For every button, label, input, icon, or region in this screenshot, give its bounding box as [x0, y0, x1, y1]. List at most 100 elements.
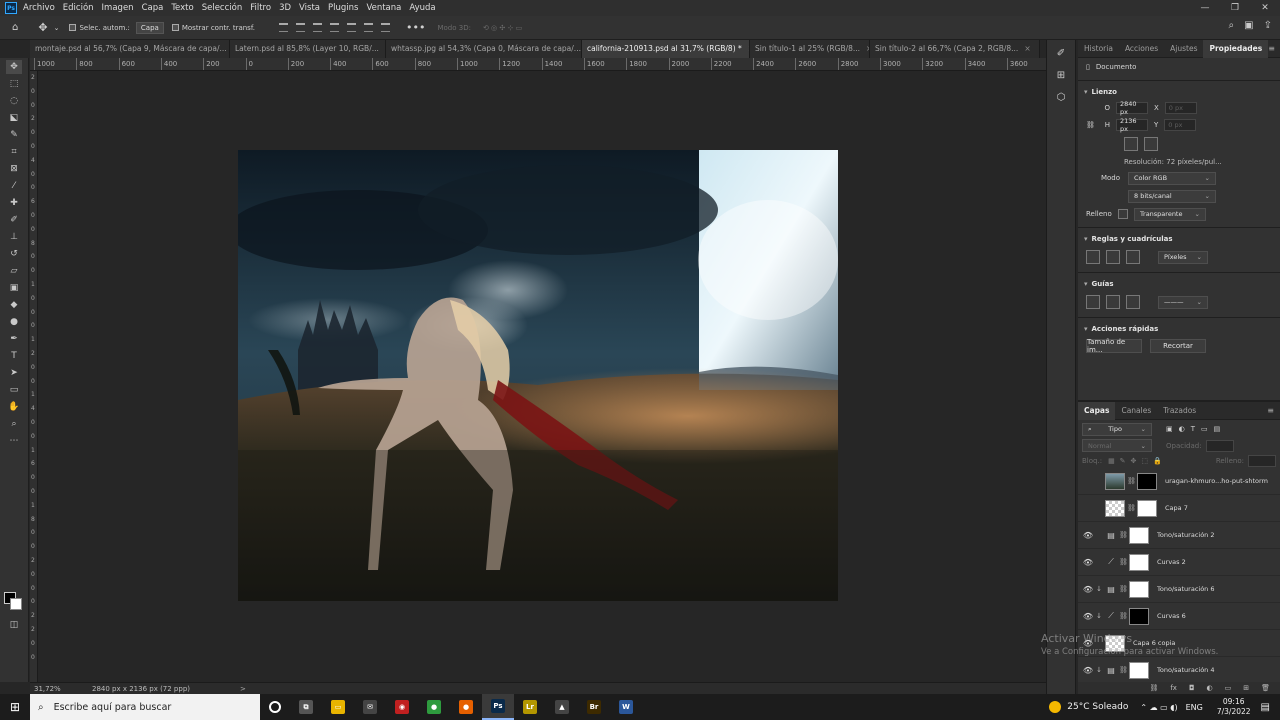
more-options-icon[interactable]: ••• — [406, 21, 425, 34]
background-color-swatch[interactable] — [10, 598, 22, 610]
search-icon[interactable]: ⌕ — [1229, 20, 1235, 31]
ruler-toggle-icon[interactable] — [1086, 250, 1100, 264]
guides-toggle-icon[interactable] — [1086, 295, 1100, 309]
layer-thumbnail[interactable] — [1129, 607, 1149, 625]
smart-guides-icon[interactable] — [1126, 295, 1140, 309]
layer-thumbnail[interactable] — [1129, 526, 1149, 544]
menu-capa[interactable]: Capa — [142, 3, 164, 13]
clone-stamp-tool-icon[interactable]: ⊥ — [6, 230, 22, 244]
workspace-icon[interactable]: ▣ — [1244, 20, 1253, 31]
tab-capas[interactable]: Capas — [1078, 401, 1116, 420]
visibility-eye-icon[interactable]: 👁 — [1081, 558, 1095, 567]
ruler-units-dropdown[interactable]: Píxeles — [1158, 250, 1208, 264]
taskbar-app-explorer-icon[interactable]: ▭ — [322, 694, 354, 720]
guide-style-dropdown[interactable]: ——— — [1158, 295, 1208, 309]
add-mask-icon[interactable]: ◘ — [1189, 684, 1195, 692]
cortana-icon[interactable] — [260, 694, 290, 720]
frame-tool-icon[interactable]: ⊠ — [6, 162, 22, 176]
maximize-icon[interactable]: ❐ — [1220, 0, 1250, 16]
language-indicator[interactable]: ENG — [1186, 703, 1203, 712]
menu-imagen[interactable]: Imagen — [102, 3, 134, 13]
eraser-tool-icon[interactable]: ▱ — [6, 264, 22, 278]
hand-tool-icon[interactable]: ✋ — [6, 400, 22, 414]
align-left-icon[interactable] — [330, 23, 340, 32]
section-acciones-rapidas[interactable]: Acciones rápidas — [1078, 322, 1280, 336]
more-tools-icon[interactable]: ⋯ — [6, 434, 22, 448]
menu-3d[interactable]: 3D — [279, 3, 291, 13]
height-field[interactable]: 2136 px — [1116, 117, 1148, 133]
layer-row[interactable]: 👁 ⟋ ⛓ Curvas 2 — [1078, 549, 1280, 576]
layer-thumbnail[interactable] — [1105, 634, 1125, 652]
portrait-orientation-icon[interactable] — [1124, 137, 1138, 151]
gradient-tool-icon[interactable]: ▣ — [6, 281, 22, 295]
clock[interactable]: 09:16 7/3/2022 — [1217, 697, 1251, 717]
mask-link-icon[interactable]: ⛓ — [1119, 612, 1128, 620]
lock-icons[interactable]: ▦✎✥⬚🔒 — [1108, 457, 1167, 465]
visibility-eye-icon[interactable]: 👁 — [1081, 666, 1095, 675]
landscape-orientation-icon[interactable] — [1144, 137, 1158, 151]
taskbar-app-photoshop-icon[interactable]: Ps — [482, 694, 514, 720]
tray-icons[interactable]: ⌃ ☁ ▭ ◖) — [1140, 703, 1177, 712]
show-transform-checkbox[interactable]: Mostrar contr. transf. — [171, 24, 255, 32]
doc-tab-sin-titulo-1[interactable]: Sin título-1 al 25% (RGB/8...× — [750, 40, 870, 58]
new-layer-icon[interactable]: ⊞ — [1243, 684, 1249, 692]
brush-settings-icon[interactable]: ✐ — [1054, 48, 1068, 60]
delete-layer-icon[interactable]: 🗑 — [1261, 684, 1270, 692]
layer-row[interactable]: 👁 ↓ ▤ ⛓ Tono/saturación 4 — [1078, 657, 1280, 684]
new-adjustment-icon[interactable]: ◐ — [1207, 684, 1213, 692]
width-field[interactable]: 2840 px — [1116, 100, 1148, 116]
object-select-tool-icon[interactable]: ⬕ — [6, 111, 22, 125]
distribute-icon[interactable] — [381, 23, 391, 32]
lasso-tool-icon[interactable]: ◌ — [6, 94, 22, 108]
bit-depth-dropdown[interactable]: 8 bits/canal — [1128, 189, 1216, 203]
tab-trazados[interactable]: Trazados — [1157, 402, 1202, 420]
zoom-tool-icon[interactable]: ⌕ — [6, 417, 22, 431]
color-mode-dropdown[interactable]: Color RGB — [1128, 171, 1216, 185]
visibility-eye-icon[interactable]: 👁 — [1081, 504, 1095, 513]
tab-historia[interactable]: Historia — [1078, 40, 1119, 58]
visibility-eye-icon[interactable]: 👁 — [1081, 612, 1095, 621]
menu-edicion[interactable]: Edición — [63, 3, 94, 13]
new-group-icon[interactable]: ▭ — [1225, 684, 1232, 692]
mask-link-icon[interactable]: ⛓ — [1127, 504, 1136, 512]
menu-archivo[interactable]: Archivo — [23, 3, 55, 13]
taskbar-app-bridge-icon[interactable]: Br — [578, 694, 610, 720]
healing-brush-tool-icon[interactable]: ✚ — [6, 196, 22, 210]
canvas-area[interactable] — [38, 71, 1046, 682]
section-lienzo[interactable]: Lienzo — [1078, 85, 1280, 99]
3d-icon[interactable]: ⬡ — [1054, 92, 1068, 104]
layers-menu-icon[interactable]: ≡ — [1267, 406, 1274, 415]
taskbar-search-box[interactable]: ⌕ Escribe aquí para buscar — [30, 694, 260, 720]
mask-link-icon[interactable]: ⛓ — [1119, 666, 1128, 674]
layer-thumbnail[interactable] — [1129, 553, 1149, 571]
doc-tab-latern[interactable]: Latern.psd al 85,8% (Layer 10, RGB/...× — [230, 40, 386, 58]
notifications-icon[interactable]: ▤ — [1261, 702, 1270, 713]
share-icon[interactable]: ⇪ — [1264, 20, 1272, 31]
glyphs-icon[interactable]: ⊞ — [1054, 70, 1068, 82]
status-menu-arrow-icon[interactable]: > — [240, 685, 246, 693]
mask-link-icon[interactable]: ⛓ — [1119, 585, 1128, 593]
taskbar-app-app-red-icon[interactable]: ◉ — [386, 694, 418, 720]
layer-thumbnail[interactable] — [1129, 580, 1149, 598]
layer-thumbnail[interactable] — [1105, 499, 1125, 517]
taskbar-app-task-view-icon[interactable]: ⧉ — [290, 694, 322, 720]
composite-image[interactable] — [238, 150, 838, 601]
minimize-icon[interactable]: — — [1190, 0, 1220, 16]
crop-button[interactable]: Recortar — [1150, 339, 1206, 353]
close-icon[interactable]: × — [1024, 40, 1030, 58]
doc-tab-whtassp[interactable]: whtassp.jpg al 54,3% (Capa 0, Máscara de… — [386, 40, 582, 58]
layer-thumbnail[interactable] — [1129, 661, 1149, 679]
menu-filtro[interactable]: Filtro — [250, 3, 271, 13]
menu-ventana[interactable]: Ventana — [366, 3, 401, 13]
tab-acciones[interactable]: Acciones — [1119, 40, 1164, 58]
blend-mode-dropdown[interactable]: Normal — [1082, 439, 1152, 452]
fx-icon[interactable]: fx — [1170, 684, 1177, 692]
doc-tab-california[interactable]: california-210913.psd al 31,7% (RGB/8) *… — [582, 40, 750, 58]
blur-tool-icon[interactable]: ◆ — [6, 298, 22, 312]
taskbar-app-firefox-icon[interactable]: ● — [450, 694, 482, 720]
visibility-eye-icon[interactable]: 👁 — [1081, 531, 1095, 540]
tab-ajustes[interactable]: Ajustes — [1164, 40, 1203, 58]
auto-select-checkbox[interactable]: Selec. autom.: — [69, 24, 130, 32]
align-middle-icon[interactable] — [296, 23, 306, 32]
auto-select-dropdown[interactable]: Capa — [135, 21, 164, 34]
